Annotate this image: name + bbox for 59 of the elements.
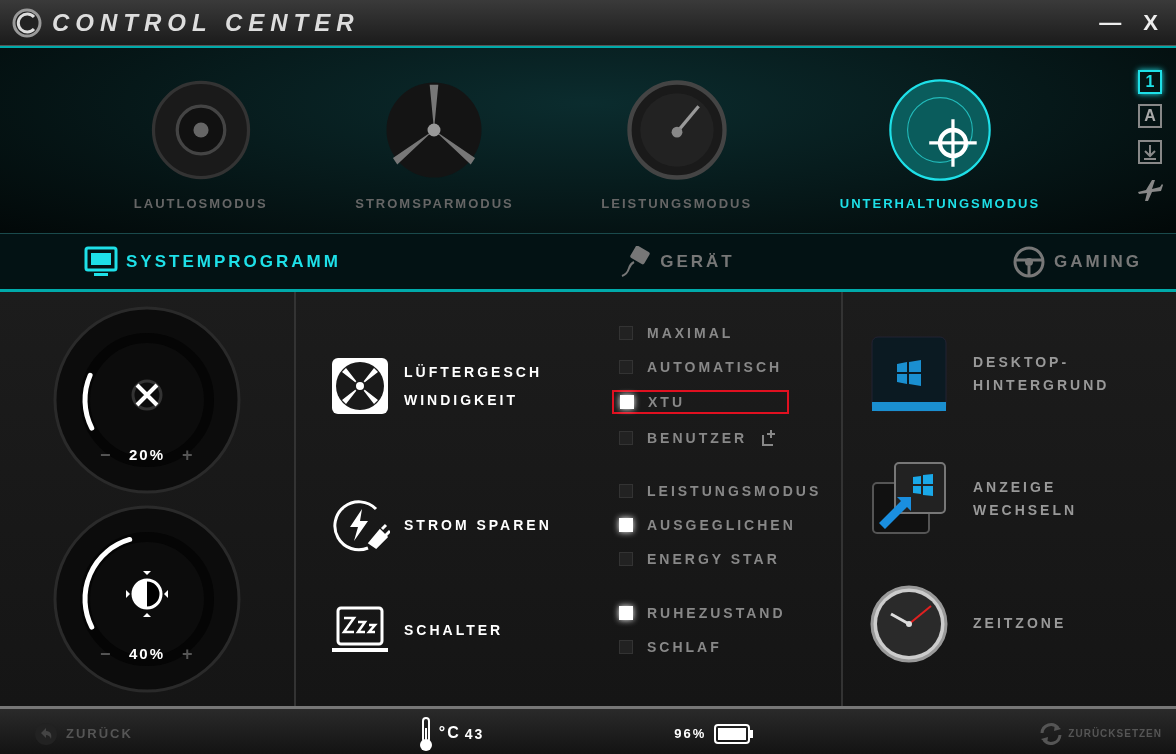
section-label: SCHALTER: [404, 621, 504, 640]
fan-icon: [330, 356, 390, 416]
mode-button[interactable]: UNTERHALTUNGSMODUS: [839, 76, 1041, 211]
option-checkbox[interactable]: SCHLAF: [612, 636, 793, 658]
speaker-icon: [151, 80, 250, 180]
plus-label[interactable]: +: [182, 643, 193, 664]
mode-button[interactable]: STROMSPARMODUS: [355, 76, 514, 211]
checkbox[interactable]: [619, 484, 633, 498]
minimize-button[interactable]: —: [1093, 9, 1128, 36]
dial-reading: 20%: [129, 445, 165, 463]
minus-label[interactable]: −: [100, 444, 111, 465]
download-button[interactable]: [1136, 138, 1164, 166]
close-button[interactable]: X: [1137, 9, 1164, 36]
app-logo-icon: [12, 7, 42, 38]
option-checkbox[interactable]: AUSGEGLICHEN: [612, 514, 829, 536]
checkbox[interactable]: [619, 360, 633, 374]
shortcut-button[interactable]: ZEITZONE: [869, 583, 1176, 664]
checkbox[interactable]: [619, 431, 633, 445]
mode-button[interactable]: LAUTLOSMODUS: [133, 76, 268, 211]
shortcut-button[interactable]: DESKTOP- HINTERGRUND: [869, 334, 1176, 415]
option-checkbox[interactable]: AUTOMATISCH: [612, 356, 790, 378]
checkbox[interactable]: [619, 552, 633, 566]
steering-wheel-icon: [1012, 245, 1047, 278]
checkbox[interactable]: [619, 326, 633, 340]
option-checkbox[interactable]: XTU: [612, 390, 790, 414]
option-checkbox[interactable]: MAXIMAL: [612, 322, 790, 344]
profile-button[interactable]: 1: [1138, 70, 1162, 94]
tab[interactable]: GAMING: [1008, 241, 1146, 282]
temperature-unit: °C: [438, 723, 461, 742]
monitor-icon: [84, 245, 118, 278]
option-checkbox[interactable]: ENERGY STAR: [612, 548, 829, 570]
fan-icon: [386, 82, 482, 178]
option-checkbox[interactable]: LEISTUNGSMODUS: [612, 480, 829, 502]
minus-label[interactable]: −: [100, 643, 111, 664]
shortcut-button[interactable]: ANZEIGE WECHSELN: [869, 459, 1176, 539]
clock-icon: [869, 583, 949, 664]
download-icon: [1136, 138, 1164, 166]
option-checkbox[interactable]: BENUTZER: [612, 426, 790, 450]
plus-label[interactable]: +: [182, 444, 193, 465]
tab[interactable]: SYSTEMPROGRAMM: [80, 241, 345, 282]
section-label: STROM SPAREN: [404, 516, 552, 535]
checkbox[interactable]: [619, 640, 633, 654]
contrast-icon: [126, 570, 168, 617]
profile-button[interactable]: A: [1138, 104, 1162, 128]
radar-target-icon: [889, 79, 991, 181]
battery-icon: [714, 723, 755, 744]
window-title: CONTROL CENTER: [52, 8, 361, 37]
mode-button[interactable]: LEISTUNGSMODUS: [601, 76, 753, 211]
windows-tile-icon: [869, 334, 949, 415]
dial-knob[interactable]: − 20% +: [52, 304, 242, 495]
fan-x-icon: [131, 379, 163, 410]
battery-reading: 96%: [674, 726, 707, 741]
temperature-reading: 43: [464, 725, 485, 742]
tab[interactable]: GERÄT: [614, 241, 739, 282]
dial-knob[interactable]: − 40% +: [52, 503, 242, 694]
option-checkbox[interactable]: RUHEZUSTAND: [612, 602, 793, 624]
gauge-icon: [627, 80, 727, 180]
dial-reading: 40%: [129, 644, 165, 662]
section-label: LÜFTERGESCH WINDIGKEIT: [404, 363, 542, 410]
